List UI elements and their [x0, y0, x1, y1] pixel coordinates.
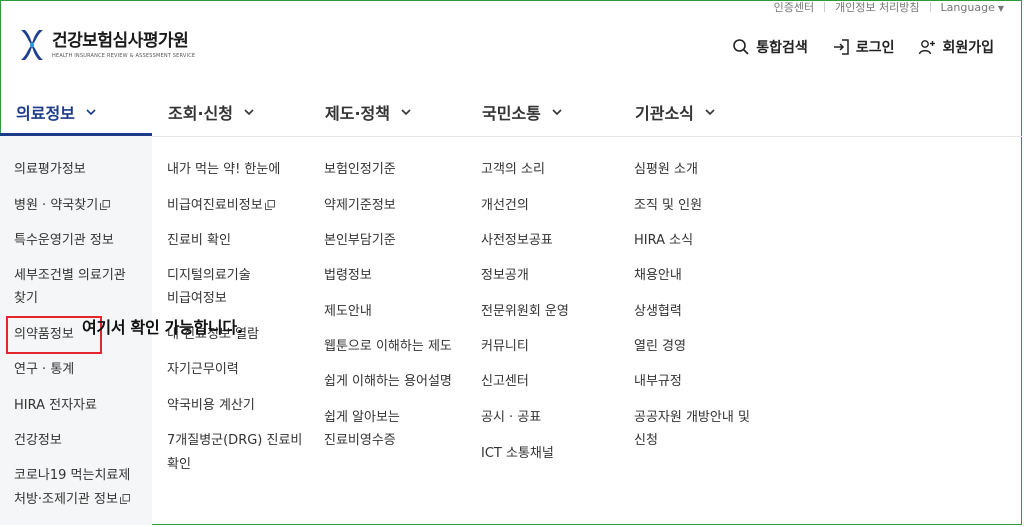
menu-item[interactable]: 비급여진료비정보 [167, 196, 275, 216]
add-user-icon [919, 40, 936, 55]
menu-item[interactable]: 디지털의료기술 [167, 266, 251, 286]
menu-item[interactable]: 공공자원 개방안내 및 [634, 408, 750, 428]
menu-item[interactable]: 사전정보공표 [481, 231, 553, 251]
menu-item[interactable]: 특수운영기관 정보 [14, 231, 114, 251]
menu-item[interactable]: 고객의 소리 [481, 160, 545, 180]
menu-item[interactable]: 열린 경영 [634, 337, 686, 357]
language-label: Language [940, 0, 995, 14]
divider [824, 2, 826, 12]
menu-item[interactable]: 법령정보 [324, 266, 372, 286]
gnb-tab-communication[interactable]: 국민소통 [482, 88, 563, 135]
menu-item[interactable]: 자기근무이력 [167, 360, 239, 380]
menu-item[interactable]: 병원 · 약국찾기 [14, 196, 111, 216]
search-icon [733, 39, 749, 55]
join-button[interactable]: 회원가입 [918, 37, 994, 57]
menu-item[interactable]: 심평원 소개 [634, 160, 698, 180]
menu-item[interactable]: 웹툰으로 이해하는 제도 [324, 337, 452, 357]
menu-item[interactable]: 건강정보 [14, 431, 62, 451]
menu-item-continued[interactable]: 비급여정보 [167, 289, 227, 309]
tab-label: 제도·정책 [325, 103, 390, 123]
menu-item[interactable]: 쉽게 알아보는 [324, 408, 400, 428]
login-button[interactable]: 로그인 [832, 37, 895, 57]
menu-item[interactable]: 코로나19 먹는치료제 [14, 466, 130, 486]
header-actions: 통합검색 로그인 회원가입 [708, 37, 994, 57]
external-link-icon [119, 494, 130, 504]
annotation-text: 여기서 확인 가능합니다. [82, 318, 243, 337]
menu-item-label: 처방·조제기관 정보 [14, 492, 118, 507]
menu-item[interactable]: 약제기준정보 [324, 196, 396, 216]
menu-item[interactable]: 개선건의 [481, 196, 529, 216]
menu-item[interactable]: 공시 · 공표 [481, 408, 541, 428]
menu-item-continued[interactable]: 찾기 [14, 289, 38, 309]
gnb-tab-inquiry[interactable]: 조회·신청 [168, 88, 255, 135]
menu-item[interactable]: 조직 및 인원 [634, 196, 702, 216]
menu-item[interactable]: 진료비 확인 [167, 231, 231, 251]
menu-item[interactable]: 세부조건별 의료기관 [14, 266, 126, 286]
menu-item[interactable]: 상생협력 [634, 302, 682, 322]
menu-item[interactable]: 약국비용 계산기 [167, 396, 255, 416]
menu-item-continued[interactable]: 처방·조제기관 정보 [14, 490, 130, 510]
menu-item[interactable]: HIRA 전자자료 [14, 396, 97, 416]
search-button[interactable]: 통합검색 [732, 37, 808, 57]
divider [929, 2, 931, 12]
tab-label: 국민소통 [482, 103, 541, 123]
menu-item[interactable]: 내부규정 [634, 372, 682, 392]
menu-item[interactable]: 본인부담기준 [324, 231, 396, 251]
menu-item-continued[interactable]: 신청 [634, 431, 658, 451]
menu-item[interactable]: 의료평가정보 [14, 160, 86, 180]
menu-item-label: 병원 · 약국찾기 [14, 198, 99, 213]
menu-item-label: 비급여진료비정보 [167, 198, 263, 213]
search-label: 통합검색 [756, 40, 808, 56]
gnb-tab-policy[interactable]: 제도·정책 [325, 88, 412, 135]
chevron-down-icon [244, 108, 254, 115]
menu-item-continued[interactable]: 확인 [167, 455, 191, 475]
main-navigation: 의료정보 조회·신청 제도·정책 국민소통 기관소식 [0, 88, 1022, 137]
menu-item[interactable]: 전문위원회 운영 [481, 302, 569, 322]
logo-title: 건강보험심사평가원 [52, 30, 189, 51]
menu-item[interactable]: HIRA 소식 [634, 231, 693, 251]
menu-item[interactable]: 쉽게 이해하는 용어설명 [324, 372, 452, 392]
gnb-tab-news[interactable]: 기관소식 [635, 88, 716, 135]
menu-item[interactable]: 연구 · 통계 [14, 360, 74, 380]
gnb-tab-medical-info[interactable]: 의료정보 [16, 88, 97, 135]
privacy-policy-link[interactable]: 개인정보 처리방침 [835, 0, 919, 15]
chevron-down-icon: ▼ [997, 3, 1004, 13]
cert-center-link[interactable]: 인증센터 [774, 0, 814, 15]
menu-item[interactable]: 보험인정기준 [324, 160, 396, 180]
tab-label: 기관소식 [635, 103, 694, 123]
login-label: 로그인 [855, 40, 895, 56]
hira-logo-mark-icon [21, 30, 43, 60]
chevron-down-icon [401, 108, 411, 115]
menu-item[interactable]: 신고센터 [481, 372, 529, 392]
tab-label: 조회·신청 [168, 103, 233, 123]
language-select[interactable]: Language ▼ [941, 1, 1004, 14]
utility-bar: 인증센터 개인정보 처리방침 Language ▼ [774, 0, 1004, 15]
menu-item[interactable]: 내가 먹는 약! 한눈에 [167, 160, 280, 180]
chevron-down-icon [552, 108, 562, 115]
login-icon [833, 39, 849, 55]
external-link-icon [100, 200, 111, 210]
hira-logo[interactable]: 건강보험심사평가원 HEALTH INSURANCE REVIEW & ASSE… [18, 28, 195, 62]
menu-item[interactable]: 7개질병군(DRG) 진료비 [167, 431, 302, 451]
external-link-icon [264, 200, 275, 210]
chevron-down-icon [705, 108, 715, 115]
join-label: 회원가입 [942, 40, 994, 56]
menu-item[interactable]: ICT 소통채널 [481, 444, 554, 464]
tab-label: 의료정보 [16, 103, 75, 123]
menu-item-continued[interactable]: 진료비영수증 [324, 431, 396, 451]
menu-item[interactable]: 제도안내 [324, 302, 372, 322]
menu-item[interactable]: 정보공개 [481, 266, 529, 286]
menu-item[interactable]: 채용안내 [634, 266, 682, 286]
logo-subtitle: HEALTH INSURANCE REVIEW & ASSESSMENT SER… [52, 52, 196, 59]
menu-item[interactable]: 커뮤니티 [481, 337, 529, 357]
chevron-down-icon [86, 108, 96, 115]
